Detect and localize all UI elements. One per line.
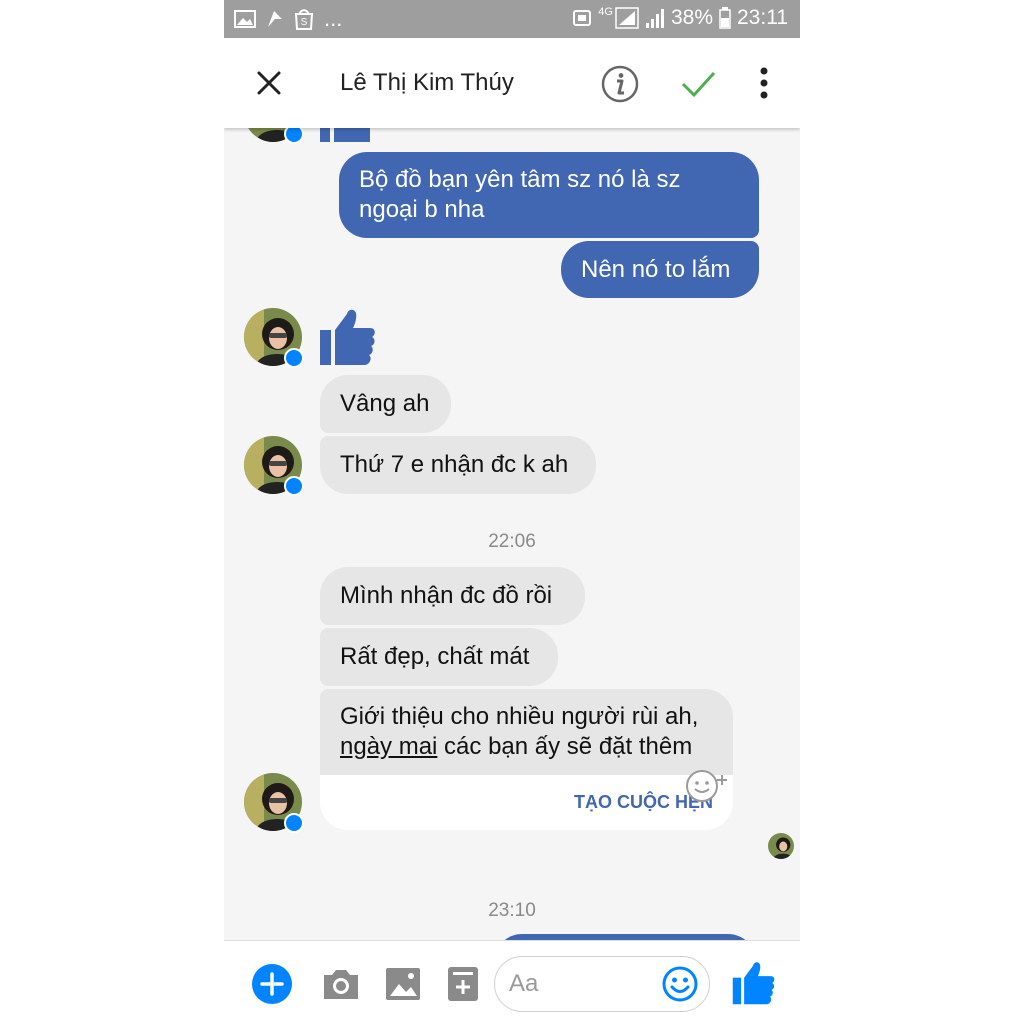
close-icon[interactable] xyxy=(252,66,286,100)
contact-avatar[interactable] xyxy=(244,128,304,144)
composer-bar xyxy=(224,940,800,1024)
signal-bars-icon xyxy=(645,9,664,28)
add-reaction-icon[interactable] xyxy=(682,769,732,803)
gallery-icon[interactable] xyxy=(382,963,424,1005)
notification-icons: S ... xyxy=(234,8,342,30)
message-input-container[interactable] xyxy=(494,956,710,1012)
message-timestamp: 22:06 xyxy=(488,531,536,552)
date-link[interactable]: ngày mai xyxy=(340,733,437,760)
svg-text:S: S xyxy=(301,17,308,28)
more-options-icon[interactable] xyxy=(752,66,776,100)
message-line: Giới thiệu cho nhiều người rùi ah, xyxy=(340,703,699,730)
like-sticker[interactable] xyxy=(320,308,376,366)
check-icon[interactable] xyxy=(678,64,718,104)
signal-icon xyxy=(615,7,639,29)
more-notifications: ... xyxy=(324,6,343,31)
incoming-message[interactable]: Thứ 7 e nhận đc k ah xyxy=(320,436,596,494)
outgoing-message[interactable]: Nên nó to lắm xyxy=(561,241,759,298)
network-type: 4G xyxy=(598,6,613,18)
message-line: ngoại b nha xyxy=(359,196,485,223)
incoming-message[interactable]: Vâng ah xyxy=(320,375,451,433)
status-bar: S ... 4G 38% 23:11 xyxy=(224,0,800,38)
like-sticker xyxy=(320,128,370,142)
message-timestamp: 23:10 xyxy=(488,900,536,921)
incoming-message-with-action[interactable]: Giới thiệu cho nhiều người rùi ah, ngày … xyxy=(320,689,733,830)
messenger-badge-icon xyxy=(284,348,304,368)
contact-avatar[interactable] xyxy=(244,773,304,833)
message-text: Rất đẹp, chất mát xyxy=(340,643,530,670)
battery-percent: 38% xyxy=(670,6,713,29)
system-icons: 4G 38% 23:11 xyxy=(572,6,788,30)
outgoing-message[interactable]: Bộ đồ bạn yên tâm sz nó là sz ngoại b nh… xyxy=(339,152,759,238)
battery-icon xyxy=(719,7,731,29)
like-icon[interactable] xyxy=(732,961,776,1005)
plus-icon[interactable] xyxy=(251,963,293,1005)
camera-icon[interactable] xyxy=(320,963,362,1005)
contact-avatar[interactable] xyxy=(244,308,304,368)
seen-avatar xyxy=(768,833,794,859)
gallery-icon xyxy=(234,10,256,28)
message-text: Mình nhận đc đồ rồi xyxy=(340,582,553,609)
info-icon[interactable] xyxy=(600,64,640,104)
message-list[interactable]: Bộ đồ bạn yên tâm sz nó là sz ngoại b nh… xyxy=(224,128,800,940)
message-input[interactable] xyxy=(509,965,659,1003)
clock: 23:11 xyxy=(737,6,788,29)
messenger-screen: S ... 4G 38% 23:11 Lê Thị Kim Thúy Bộ đồ… xyxy=(224,0,800,1024)
contact-avatar[interactable] xyxy=(244,436,304,496)
avatar-photo xyxy=(768,833,794,859)
messenger-badge-icon xyxy=(284,128,304,144)
message-line: Bộ đồ bạn yên tâm sz nó là sz xyxy=(359,166,681,193)
message-text: Vâng ah xyxy=(340,390,430,417)
message-text: Nên nó to lắm xyxy=(581,256,731,283)
conversation-header: Lê Thị Kim Thúy xyxy=(224,38,800,128)
contact-name[interactable]: Lê Thị Kim Thúy xyxy=(340,69,514,97)
message-text: các bạn ấy sẽ đặt thêm xyxy=(437,733,693,760)
shopee-bag-icon: S xyxy=(294,9,314,30)
emoji-icon[interactable] xyxy=(661,965,699,1003)
incoming-message[interactable]: Mình nhận đc đồ rồi xyxy=(320,567,585,625)
sticker-icon[interactable] xyxy=(442,963,484,1005)
messenger-badge-icon xyxy=(284,813,304,833)
message-line: ngày mai các bạn ấy sẽ đặt thêm xyxy=(340,732,713,762)
incoming-message[interactable]: Rất đẹp, chất mát xyxy=(320,628,558,686)
location-arrow-icon xyxy=(268,11,282,27)
message-text: Thứ 7 e nhận đc k ah xyxy=(340,451,569,478)
messenger-badge-icon xyxy=(284,476,304,496)
screenshot-icon xyxy=(573,10,592,26)
message-body: Giới thiệu cho nhiều người rùi ah, ngày … xyxy=(320,689,733,775)
